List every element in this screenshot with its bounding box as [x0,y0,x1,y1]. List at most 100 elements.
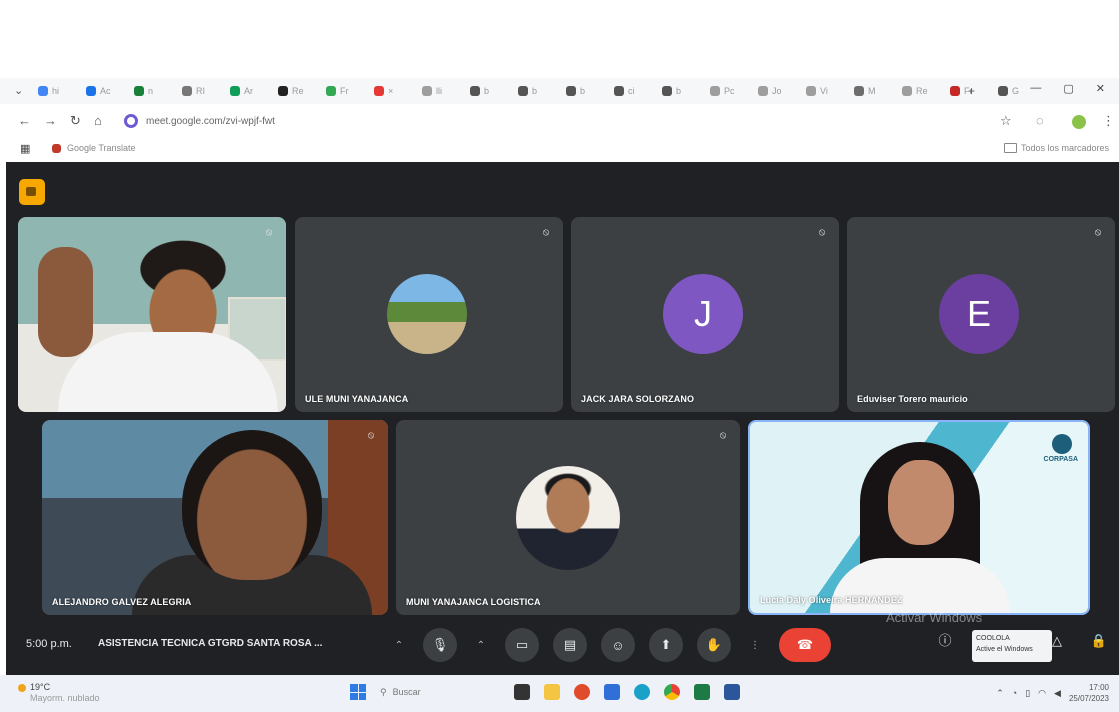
browser-tab[interactable]: Pc [708,82,750,100]
mic-muted-icon: ⦸ [265,227,273,238]
github-icon [278,86,288,96]
tab-label: n [148,86,154,96]
minimize-button[interactable]: — [1030,82,1041,95]
browser-tab[interactable]: hi [36,82,78,100]
word-icon[interactable] [724,684,740,700]
home-button[interactable]: ⌂ [94,113,102,128]
browser-tab[interactable]: M [852,82,894,100]
site-info-icon[interactable] [124,114,138,128]
present-screen-button[interactable]: ⬆ [649,628,683,662]
windows-start-icon[interactable] [350,684,366,700]
edge-icon[interactable] [634,684,650,700]
battery-icon[interactable]: ▯ [1025,688,1030,699]
excel-icon[interactable] [694,684,710,700]
meeting-info-icon[interactable]: ⓘ [935,631,955,651]
browser-tab[interactable]: Re [900,82,942,100]
tab-search-dropdown-icon[interactable]: ⌄ [14,84,23,97]
chrome-icon [518,86,528,96]
reload-button[interactable]: ↻ [70,113,81,129]
browser-tab[interactable]: lli [420,82,462,100]
bookmark-item[interactable]: Google Translate [52,143,136,153]
captions-button[interactable]: ▤ [553,628,587,662]
browser-tab[interactable]: b [468,82,510,100]
weather-description: Mayorm. nublado [30,693,100,703]
participant-tile[interactable]: ⦸ [18,217,286,412]
tab-label: Fr [340,86,349,96]
participant-name: ULE MUNI YANAJANCA [305,394,409,404]
participant-tile[interactable]: ⦸ MUNI YANAJANCA LOGISTICA [396,420,740,615]
new-tab-button[interactable]: + [968,84,975,98]
weather-widget[interactable]: 19°C Mayorm. nublado [30,682,100,704]
file-explorer-icon[interactable] [544,684,560,700]
chrome-icon[interactable] [664,684,680,700]
profile-avatar[interactable] [1072,115,1086,129]
maximize-button[interactable]: ▢ [1063,82,1073,95]
participant-tile[interactable]: ⦸ ULE MUNI YANAJANCA [295,217,563,412]
browser-tab[interactable]: Ar [228,82,270,100]
bookmark-label: Google Translate [67,143,136,153]
apps-grid-icon[interactable]: ▦ [20,142,30,155]
browser-tab[interactable]: b [660,82,702,100]
system-tray: ⌃ ◔ ▯ ◠ ◀ 17:00 25/07/2023 [996,682,1109,704]
camera-button[interactable]: ▭ [505,628,539,662]
tab-icon [950,86,960,96]
translate-favicon-icon [52,143,61,153]
show-hidden-icons-chevron-icon[interactable]: ⌃ [996,688,1004,699]
participant-tile[interactable]: ⦸ ALEJANDRO GALVEZ ALEGRIA [42,420,388,615]
tab-label: Ar [244,86,253,96]
audio-options-chevron-icon[interactable]: ⌃ [389,628,409,662]
browser-tab[interactable]: n [132,82,174,100]
taskbar-search[interactable]: ⚲ Buscar [380,683,500,701]
tab-label: b [532,86,538,96]
forward-button[interactable]: → [44,113,57,128]
mic-muted-icon: ⦸ [818,227,826,238]
back-button[interactable]: ← [18,113,31,128]
taskbar-apps: ⚲ Buscar [350,683,740,701]
more-options-button[interactable]: ⋮ [745,628,765,662]
wifi-icon[interactable]: ◠ [1038,688,1046,699]
chrome-icon [662,86,672,96]
bookmark-star-icon[interactable]: ☆ [1000,113,1012,129]
browser-tab[interactable]: Jo [756,82,798,100]
tab-label: lli [436,86,442,96]
video-options-chevron-icon[interactable]: ⌃ [471,628,491,662]
emoji-reactions-button[interactable]: ☺ [601,628,635,662]
browser-tab[interactable]: b [564,82,606,100]
raise-hand-button[interactable]: ✋ [697,628,731,662]
meeting-time: 5:00 p.m. [26,638,72,650]
windows-taskbar: 19°C Mayorm. nublado ⚲ Buscar ⌃ ◔ ▯ ◠ ◀ … [0,675,1119,712]
browser-tab[interactable]: Ac [84,82,126,100]
volume-icon[interactable]: ◀ [1054,688,1061,699]
browser-tab[interactable]: Fr [324,82,366,100]
leave-call-button[interactable]: ☎ [779,628,831,662]
browser-tab[interactable]: ci [612,82,654,100]
browser-tab[interactable]: RI [180,82,222,100]
address-bar[interactable]: meet.google.com/zvi-wpjf-fwt [118,110,994,132]
all-bookmarks-button[interactable]: Todos los marcadores [1003,143,1109,153]
browser-tab[interactable]: b [516,82,558,100]
participant-name: Lucia Daly Oliveira HERNANDEZ [760,595,903,605]
browser-menu-icon[interactable]: ⋮ [1102,113,1115,129]
tab-label: G [1012,86,1020,96]
call-controls: ⌃ 🎙 ⌃ ▭ ▤ ☺ ⬆ ✋ ⋮ ☎ [389,628,831,662]
close-window-button[interactable]: ✕ [1096,82,1105,95]
chrome-icon [470,86,480,96]
participant-video [18,217,286,412]
browser-tab[interactable]: × [372,82,414,100]
participant-tile[interactable]: E ⦸ Eduviser Torero mauricio [847,217,1115,412]
store-icon[interactable] [604,684,620,700]
participant-name: MUNI YANAJANCA LOGISTICA [406,597,541,607]
task-view-icon[interactable] [514,684,530,700]
browser-tab[interactable]: Re [276,82,318,100]
network-icon[interactable]: ◔ [1012,688,1017,698]
url-text[interactable]: meet.google.com/zvi-wpjf-fwt [146,116,275,127]
host-controls-lock-icon[interactable]: 🔒 [1089,631,1109,651]
microphone-button[interactable]: 🎙 [423,628,457,662]
firefox-icon[interactable] [574,684,590,700]
meeting-title[interactable]: ASISTENCIA TECNICA GTGRD SANTA ROSA ... [98,638,322,649]
taskbar-clock[interactable]: 17:00 25/07/2023 [1069,682,1109,704]
participant-tile[interactable]: J ⦸ JACK JARA SOLORZANO [571,217,839,412]
extensions-icon[interactable]: ◌ [1036,113,1044,128]
browser-tab[interactable]: Vi [804,82,846,100]
participant-tile-active-speaker[interactable]: CORPASA Lucia Daly Oliveira HERNANDEZ [748,420,1090,615]
